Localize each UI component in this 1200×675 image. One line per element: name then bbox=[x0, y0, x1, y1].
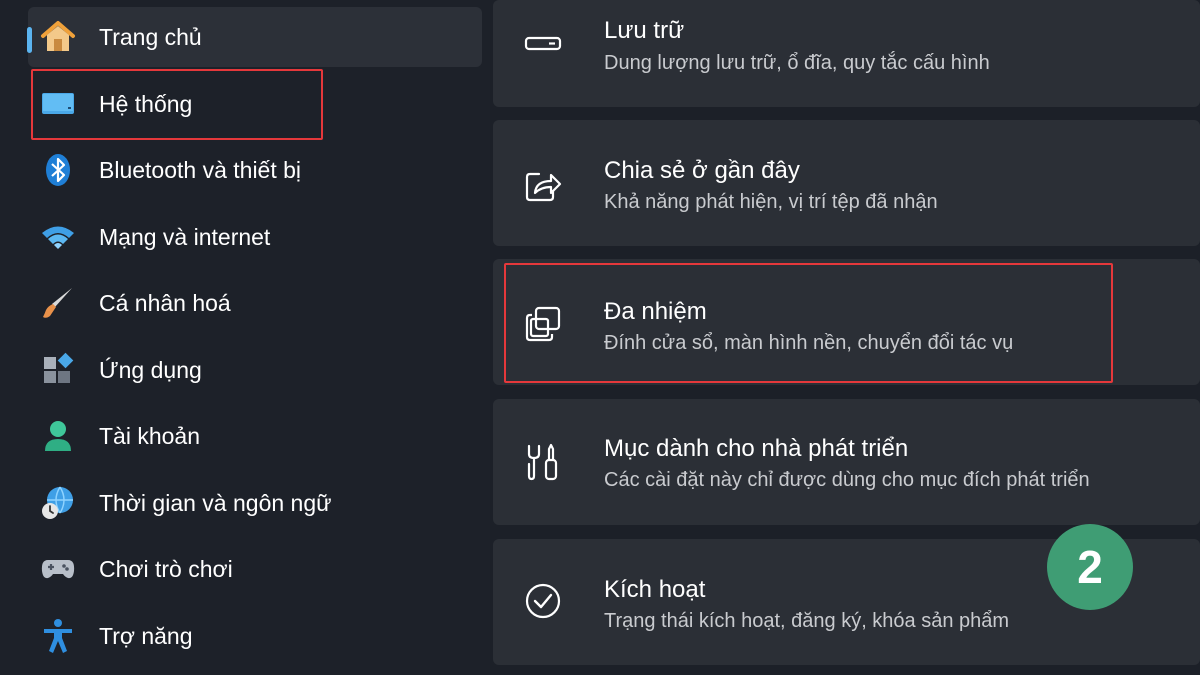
selected-indicator bbox=[27, 27, 32, 53]
sidebar-item-accessibility[interactable]: Trợ năng bbox=[28, 606, 482, 666]
card-subtitle: Khả năng phát hiện, vị trí tệp đã nhận bbox=[604, 191, 938, 213]
sidebar-item-gaming[interactable]: Chơi trò chơi bbox=[28, 539, 482, 599]
settings-card-nearby-sharing[interactable]: Chia sẻ ở gần đây Khả năng phát hiện, vị… bbox=[493, 120, 1200, 246]
card-subtitle: Đính cửa sổ, màn hình nền, chuyển đổi tá… bbox=[604, 332, 1014, 354]
bluetooth-icon bbox=[40, 152, 76, 188]
gamepad-icon bbox=[40, 551, 76, 587]
sidebar-item-label: Ứng dụng bbox=[99, 357, 202, 383]
activation-check-icon bbox=[523, 581, 563, 621]
share-icon bbox=[523, 164, 563, 204]
sidebar: Trang chủ Hệ thống Bluetooth và thiết bị bbox=[0, 0, 490, 675]
sidebar-item-label: Trợ năng bbox=[99, 623, 193, 649]
sidebar-item-label: Tài khoản bbox=[99, 423, 201, 449]
sidebar-item-system[interactable]: Hệ thống bbox=[28, 74, 482, 134]
sidebar-item-label: Cá nhân hoá bbox=[99, 290, 231, 316]
card-title: Chia sẻ ở gần đây bbox=[604, 157, 800, 184]
apps-icon bbox=[40, 352, 76, 388]
card-subtitle: Các cài đặt này chỉ được dùng cho mục đí… bbox=[604, 469, 1090, 491]
settings-card-multitasking[interactable]: Đa nhiệm Đính cửa sổ, màn hình nền, chuy… bbox=[493, 259, 1200, 385]
sidebar-item-apps[interactable]: Ứng dụng bbox=[28, 340, 482, 400]
home-icon bbox=[40, 19, 76, 55]
sidebar-item-label: Bluetooth và thiết bị bbox=[99, 157, 302, 183]
storage-icon bbox=[523, 24, 563, 64]
brush-icon bbox=[40, 285, 76, 321]
account-icon bbox=[40, 418, 76, 454]
card-subtitle: Dung lượng lưu trữ, ổ đĩa, quy tắc cấu h… bbox=[604, 52, 990, 74]
sidebar-item-label: Trang chủ bbox=[99, 24, 202, 50]
card-title: Lưu trữ bbox=[604, 17, 685, 44]
sidebar-item-accounts[interactable]: Tài khoản bbox=[28, 406, 482, 466]
sidebar-item-label: Chơi trò chơi bbox=[99, 556, 233, 582]
developer-tools-icon bbox=[523, 442, 563, 482]
card-title: Kích hoạt bbox=[604, 576, 706, 603]
settings-card-storage[interactable]: Lưu trữ Dung lượng lưu trữ, ổ đĩa, quy t… bbox=[493, 0, 1200, 107]
wifi-icon bbox=[40, 219, 76, 255]
card-title: Đa nhiệm bbox=[604, 298, 707, 325]
settings-card-developers[interactable]: Mục dành cho nhà phát triển Các cài đặt … bbox=[493, 399, 1200, 525]
sidebar-item-bluetooth[interactable]: Bluetooth và thiết bị bbox=[28, 140, 482, 200]
sidebar-item-label: Mạng và internet bbox=[99, 224, 271, 250]
card-subtitle: Trạng thái kích hoạt, đăng ký, khóa sản … bbox=[604, 610, 1010, 632]
sidebar-item-label: Thời gian và ngôn ngữ bbox=[99, 490, 332, 516]
step-number-badge: 2 bbox=[1047, 524, 1133, 610]
multitasking-icon bbox=[523, 304, 563, 344]
monitor-icon bbox=[40, 86, 76, 122]
sidebar-item-time-language[interactable]: Thời gian và ngôn ngữ bbox=[28, 473, 482, 533]
card-title: Mục dành cho nhà phát triển bbox=[604, 435, 909, 462]
sidebar-item-home[interactable]: Trang chủ bbox=[27, 7, 482, 67]
sidebar-item-network[interactable]: Mạng và internet bbox=[28, 207, 482, 267]
time-language-icon bbox=[40, 485, 76, 521]
sidebar-item-label: Hệ thống bbox=[99, 91, 193, 117]
accessibility-icon bbox=[40, 618, 76, 654]
sidebar-item-personalization[interactable]: Cá nhân hoá bbox=[28, 273, 482, 333]
